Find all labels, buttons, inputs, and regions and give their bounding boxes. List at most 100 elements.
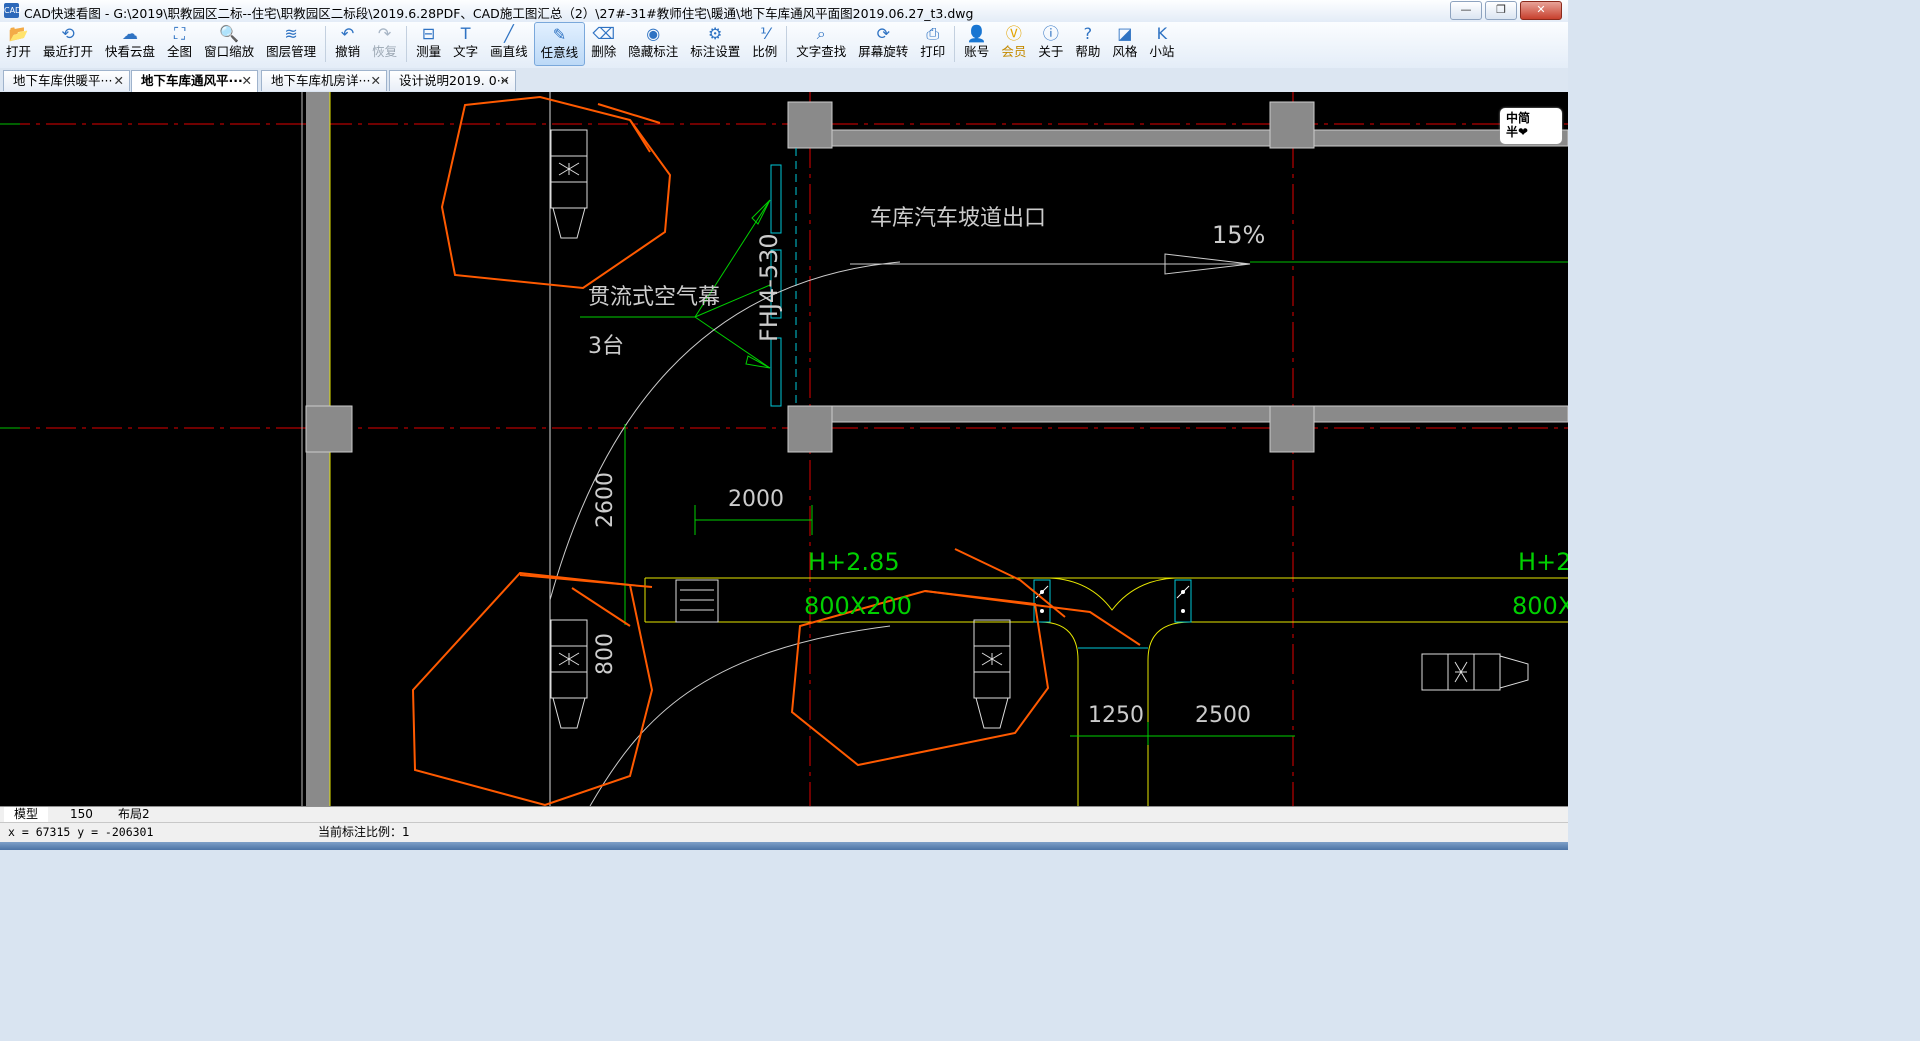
dim-800: 800 (593, 633, 618, 675)
toolbar-open-button[interactable]: 📂 打开 (0, 22, 37, 66)
annotation-scale: 当前标注比例：1 (318, 825, 410, 839)
toolbar-about-button[interactable]: ⓘ 关于 (1032, 22, 1069, 66)
main-toolbar: 📂 打开 ⟲ 最近打开 ☁ 快看云盘 ⛶ 全图 🔍 窗口缩放 ≋ 图层管理 ↶ 撤销 ↷ 恢复 ⊟ 测量 T 文字 ╱ 画… (0, 22, 1568, 69)
document-tab-label: 设计说明2019. 0··· (399, 73, 509, 88)
toolbar-layers-label: 图层管理 (266, 44, 317, 59)
toolbar-style-button[interactable]: ◪ 风格 (1106, 22, 1143, 66)
tab-close-icon[interactable]: ✕ (242, 71, 252, 91)
eraser-icon: ⌫ (592, 24, 615, 43)
toolbar-print-label: 打印 (920, 44, 946, 59)
toolbar-text-label: 文字 (453, 44, 479, 59)
document-tab-label: 地下车库通风平··· (141, 73, 243, 88)
toolbar-freeline-button[interactable]: ✎ 任意线 (533, 22, 586, 66)
fit-view-icon: ⛶ (173, 24, 186, 43)
toolbar-help-label: 帮助 (1075, 44, 1101, 59)
toolbar-undo-button[interactable]: ↶ 撤销 (329, 22, 366, 66)
height-label-1: H+2.85 (808, 548, 900, 576)
height-label-2: H+2. (1518, 548, 1568, 576)
document-tab[interactable]: 地下车库供暖平··· ✕ (3, 70, 130, 91)
duct-size-label-1: 800X200 (804, 592, 912, 620)
vip-icon: Ⓥ (1005, 24, 1022, 43)
toolbar-recent-label: 最近打开 (43, 44, 94, 59)
toolbar-about-label: 关于 (1038, 44, 1064, 59)
eye-icon: ◉ (646, 24, 661, 43)
close-button[interactable]: ✕ (1520, 1, 1562, 20)
minimize-button[interactable]: — (1450, 1, 1482, 20)
toolbar-vip-button[interactable]: Ⓥ 会员 (995, 22, 1032, 66)
layers-icon: ≋ (284, 24, 298, 43)
toolbar-rotate-label: 屏幕旋转 (858, 44, 909, 59)
toolbar-station-button[interactable]: K 小站 (1143, 22, 1180, 66)
toolbar-findtext-button[interactable]: ⌕ 文字查找 (790, 22, 852, 66)
k-station-icon: K (1156, 24, 1168, 43)
toolbar-redo-button[interactable]: ↷ 恢复 (366, 22, 403, 66)
toolbar-cloud-label: 快看云盘 (105, 44, 156, 59)
toolbar-cloud-button[interactable]: ☁ 快看云盘 (99, 22, 161, 66)
toolbar-account-button[interactable]: 👤 账号 (958, 22, 995, 66)
tab-close-icon[interactable]: ✕ (114, 71, 124, 91)
tab-close-icon[interactable]: ✕ (500, 71, 510, 91)
toolbar-hidemark-label: 隐藏标注 (628, 44, 679, 59)
zoom-window-icon: 🔍 (219, 24, 240, 43)
toolbar-separator (406, 26, 408, 62)
toolbar-delete-button[interactable]: ⌫ 删除 (585, 22, 622, 66)
drawing-canvas[interactable]: 车库汽车坡道出口 15% 贯流式空气幕 3台 FHJ4-530 2000 260… (0, 92, 1568, 806)
window-title: CAD快速看图 - G:\2019\职教园区二标--住宅\职教园区二标段\201… (24, 6, 974, 21)
toolbar-help-button[interactable]: ? 帮助 (1069, 22, 1106, 66)
find-text-icon: ⌕ (816, 24, 826, 43)
toolbar-measure-button[interactable]: ⊟ 测量 (410, 22, 447, 66)
toolbar-recent-button[interactable]: ⟲ 最近打开 (37, 22, 99, 66)
tab-close-icon[interactable]: ✕ (371, 71, 381, 91)
brand-badge[interactable]: 中简 半❤ (1500, 108, 1562, 144)
toolbar-separator (325, 26, 327, 62)
redo-icon: ↷ (377, 24, 392, 43)
toolbar-fullview-button[interactable]: ⛶ 全图 (161, 22, 198, 66)
toolbar-open-label: 打开 (6, 44, 32, 59)
layout-tab[interactable]: 布局2 (108, 807, 160, 822)
folder-icon: 📂 (8, 24, 29, 43)
toolbar-marksetting-button[interactable]: ⚙ 标注设置 (684, 22, 746, 66)
toolbar-undo-label: 撤销 (335, 44, 361, 59)
toolbar-line-label: 画直线 (490, 44, 528, 59)
toolbar-freeline-label: 任意线 (540, 45, 579, 60)
toolbar-rotate-button[interactable]: ⟳ 屏幕旋转 (852, 22, 914, 66)
cursor-coordinates: x = 67315 y = -206301 (8, 825, 154, 839)
restore-button[interactable]: ❐ (1485, 1, 1517, 20)
toolbar-text-button[interactable]: T 文字 (447, 22, 484, 66)
document-tab-label: 地下车库机房详··· (271, 73, 371, 88)
os-taskbar (0, 842, 1568, 850)
document-tab-label: 地下车库供暖平··· (13, 73, 113, 88)
document-tab[interactable]: 设计说明2019. 0··· ✕ (389, 70, 516, 91)
rotate-icon: ⟳ (876, 24, 890, 43)
dim-2500: 2500 (1195, 703, 1251, 728)
settings-icon: ⚙ (708, 24, 723, 43)
toolbar-vip-label: 会员 (1001, 44, 1027, 59)
line-icon: ╱ (504, 24, 514, 43)
toolbar-separator (954, 26, 956, 62)
brand-line-1: 中简 (1506, 111, 1531, 125)
toolbar-zoomwin-button[interactable]: 🔍 窗口缩放 (198, 22, 260, 66)
toolbar-delete-label: 删除 (591, 44, 617, 59)
document-tab[interactable]: 地下车库通风平··· ✕ (131, 70, 258, 92)
scale-icon: ⅟ (760, 24, 770, 43)
layout-tab[interactable]: 模型 (4, 807, 49, 822)
ramp-exit-label: 车库汽车坡道出口 (870, 206, 1046, 231)
toolbar-scale-label: 比例 (752, 44, 778, 59)
layout-tab[interactable]: 150 (60, 807, 103, 822)
user-icon: 👤 (966, 24, 987, 43)
undo-icon: ↶ (340, 24, 355, 43)
toolbar-hidemark-button[interactable]: ◉ 隐藏标注 (622, 22, 684, 66)
dim-1250: 1250 (1088, 703, 1144, 728)
document-tab[interactable]: 地下车库机房详··· ✕ (261, 70, 387, 91)
toolbar-station-label: 小站 (1149, 44, 1175, 59)
text-icon: T (460, 24, 471, 43)
toolbar-scale-button[interactable]: ⅟ 比例 (746, 22, 783, 66)
toolbar-print-button[interactable]: ⎙ 打印 (914, 22, 951, 66)
toolbar-layers-button[interactable]: ≋ 图层管理 (260, 22, 322, 66)
document-tab-bar: 地下车库供暖平··· ✕ 地下车库通风平··· ✕ 地下车库机房详··· ✕ 设计说明201… (0, 68, 1568, 93)
history-icon: ⟲ (61, 24, 75, 43)
toolbar-line-button[interactable]: ╱ 画直线 (484, 22, 534, 66)
toolbar-account-label: 账号 (964, 44, 990, 59)
slope-label: 15% (1212, 221, 1265, 249)
dim-2000: 2000 (728, 487, 784, 512)
